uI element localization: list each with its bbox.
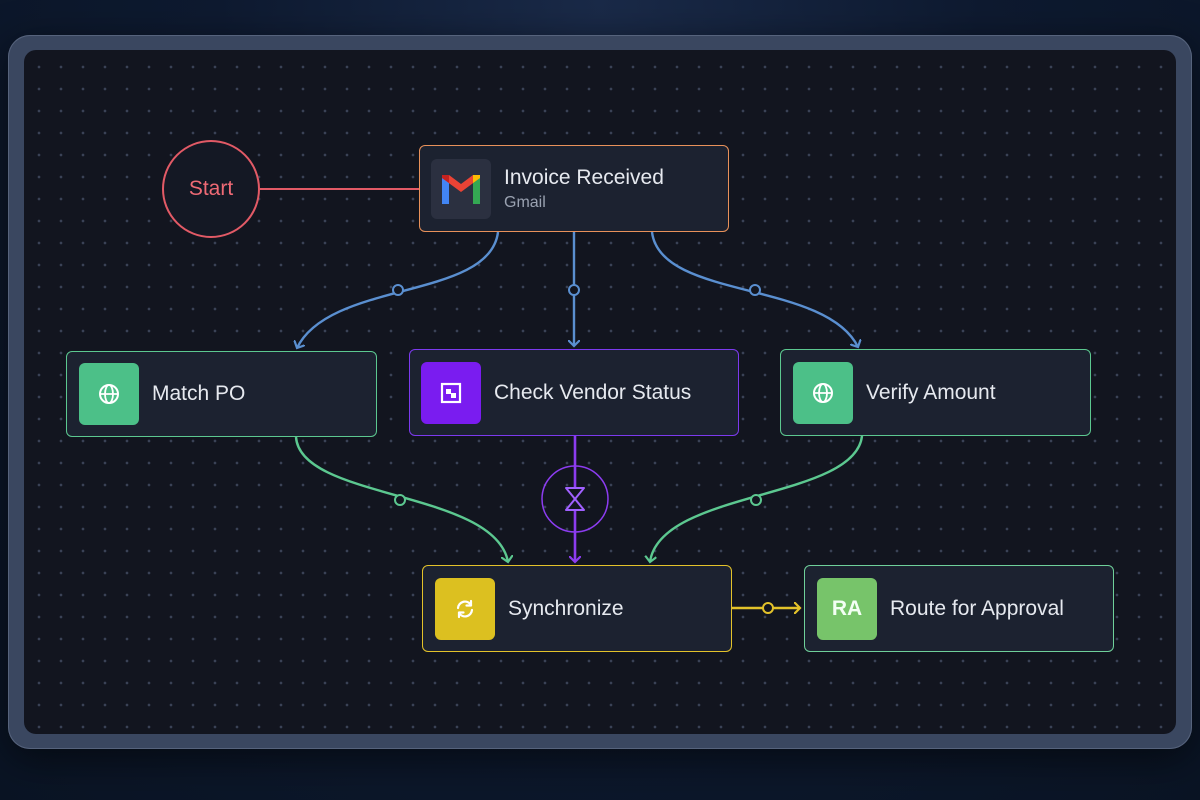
node-verify-amount[interactable]: Verify Amount xyxy=(780,349,1091,436)
globe-icon xyxy=(793,361,853,424)
node-check-vendor-status[interactable]: Check Vendor Status xyxy=(409,349,739,436)
node-invoice-received[interactable]: Invoice Received Gmail xyxy=(419,145,729,232)
ra-badge: RA xyxy=(817,577,877,640)
start-label: Start xyxy=(188,177,234,200)
node-title: Invoice Received xyxy=(504,165,664,189)
start-node[interactable]: Start xyxy=(162,140,260,238)
ra-badge-text: RA xyxy=(831,596,863,620)
scan-frame-icon xyxy=(421,361,481,424)
node-subtitle: Gmail xyxy=(504,193,546,211)
node-title: Route for Approval xyxy=(890,596,1064,620)
sync-icon xyxy=(435,577,495,640)
node-title: Match PO xyxy=(152,382,246,405)
node-title: Synchronize xyxy=(508,596,624,620)
node-match-po[interactable]: Match PO xyxy=(66,351,377,437)
node-title: Check Vendor Status xyxy=(494,380,692,404)
globe-icon xyxy=(79,363,139,425)
node-route-for-approval[interactable]: RA Route for Approval xyxy=(804,565,1114,652)
node-synchronize[interactable]: Synchronize xyxy=(422,565,732,652)
node-title: Verify Amount xyxy=(866,380,996,404)
gmail-icon xyxy=(431,158,491,219)
